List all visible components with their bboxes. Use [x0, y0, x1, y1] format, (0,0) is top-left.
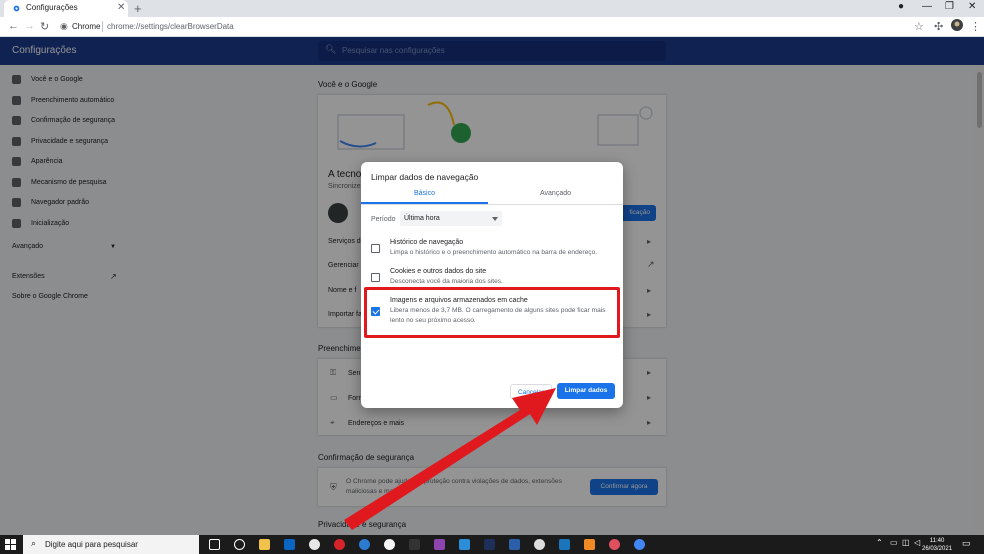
word-icon[interactable] — [509, 539, 520, 550]
close-window-icon[interactable]: ✕ — [968, 1, 976, 12]
dropdown-caret-icon — [492, 217, 498, 221]
settings-gear-icon[interactable] — [234, 539, 245, 550]
windows-start-icon[interactable] — [5, 539, 16, 550]
clear-data-button[interactable]: Limpar dados — [557, 383, 615, 399]
network-icon[interactable]: ◫ — [902, 538, 910, 547]
clear-browsing-data-dialog: Limpar dados de navegação Básico Avançad… — [361, 162, 623, 408]
dialog-title: Limpar dados de navegação — [371, 172, 479, 182]
vscode-icon[interactable] — [459, 539, 470, 550]
gear-icon — [13, 5, 20, 12]
clock-date: 26/03/2021 — [922, 546, 953, 552]
browser-toolbar: ← → ↻ ◉ Chrome chrome://settings/clearBr… — [0, 17, 984, 37]
tab-strip: Configurações ✕ + ● — ❐ ✕ — [0, 0, 984, 17]
checkbox-cookies[interactable] — [371, 273, 380, 282]
app-icon[interactable] — [409, 539, 420, 550]
tab-settings[interactable]: Configurações ✕ — [4, 0, 128, 17]
profile-icon[interactable]: ● — [898, 1, 904, 12]
file-explorer-icon[interactable] — [259, 539, 270, 550]
app-icon[interactable] — [384, 539, 395, 550]
omnibox-origin[interactable]: Chrome — [72, 22, 100, 31]
site-info-icon[interactable]: ◉ — [60, 21, 68, 32]
app-icon[interactable] — [309, 539, 320, 550]
minimize-icon[interactable]: — — [922, 1, 932, 12]
clock-time: 11:40 — [929, 538, 945, 544]
period-value: Última hora — [404, 215, 440, 222]
avatar[interactable] — [951, 19, 963, 34]
taskbar-search-input[interactable]: ⌕ Digite aqui para pesquisar — [23, 535, 199, 554]
tab-title: Configurações — [26, 3, 78, 12]
cancel-button[interactable]: Cancelar — [510, 384, 552, 399]
tray-chevron-icon[interactable]: ⌃ — [876, 538, 883, 547]
reload-icon[interactable]: ↻ — [40, 20, 49, 33]
period-select[interactable]: Última hora — [400, 211, 502, 226]
tab-basic[interactable]: Básico — [361, 190, 488, 197]
app-icon[interactable] — [609, 539, 620, 550]
option-history-desc: Limpa o histórico e o preenchimento auto… — [390, 249, 598, 256]
steam-icon[interactable] — [559, 539, 570, 550]
checkbox-history[interactable] — [371, 244, 380, 253]
extensions-puzzle-icon[interactable]: ✣ — [934, 20, 943, 33]
omnibox-url[interactable]: chrome://settings/clearBrowserData — [107, 22, 234, 31]
period-label: Período — [371, 216, 396, 223]
app-icon[interactable] — [534, 539, 545, 550]
chrome-icon[interactable] — [634, 539, 645, 550]
system-clock[interactable]: 11:40 26/03/2021 — [922, 537, 952, 553]
tab-divider — [361, 204, 623, 205]
taskbar-search-placeholder: Digite aqui para pesquisar — [45, 540, 138, 549]
forward-icon[interactable]: → — [24, 20, 35, 32]
red-highlight-box — [364, 287, 620, 338]
new-tab-button[interactable]: + — [134, 1, 142, 16]
visual-studio-icon[interactable] — [434, 539, 445, 550]
maximize-icon[interactable]: ❐ — [945, 1, 954, 12]
option-history-title: Histórico de navegação — [390, 239, 464, 246]
notifications-icon[interactable]: ▭ — [962, 538, 971, 549]
menu-dots-icon[interactable]: ⋮ — [970, 20, 981, 33]
task-view-icon[interactable] — [209, 539, 220, 550]
edge-icon[interactable] — [359, 539, 370, 550]
outlook-icon[interactable] — [284, 539, 295, 550]
option-cookies-desc: Desconecta você da maioria dos sites. — [390, 278, 503, 285]
tray-icon[interactable]: ▭ — [890, 538, 898, 547]
volume-icon[interactable]: ◁ — [914, 538, 920, 547]
windows-taskbar: ⌕ Digite aqui para pesquisar ⌃ ▭ ◫ ◁ 11:… — [0, 535, 984, 554]
option-cookies-title: Cookies e outros dados do site — [390, 268, 487, 275]
opera-icon[interactable] — [334, 539, 345, 550]
back-icon[interactable]: ← — [8, 20, 19, 32]
photoshop-icon[interactable] — [484, 539, 495, 550]
search-icon: ⌕ — [31, 538, 37, 548]
vlc-icon[interactable] — [584, 539, 595, 550]
tab-advanced[interactable]: Avançado — [492, 190, 619, 197]
bookmark-star-icon[interactable]: ☆ — [914, 20, 924, 33]
close-tab-icon[interactable]: ✕ — [117, 2, 125, 13]
omnibox-divider — [102, 21, 103, 32]
